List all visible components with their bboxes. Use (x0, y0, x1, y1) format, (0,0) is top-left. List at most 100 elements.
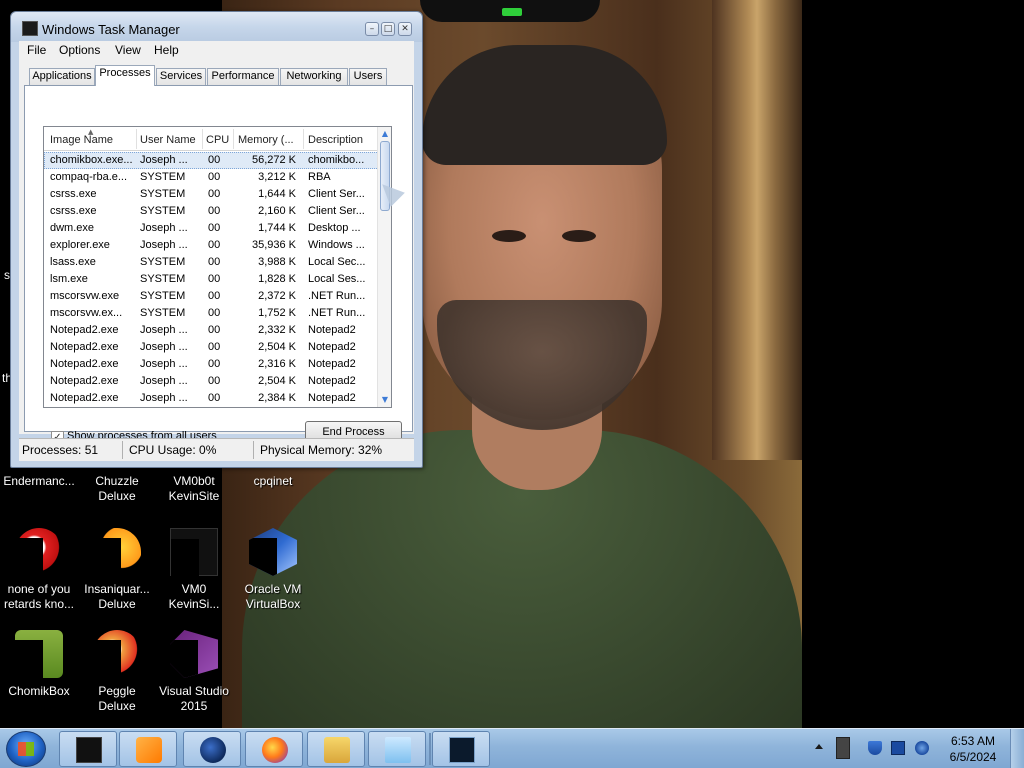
process-memory: 2,316 K (258, 358, 296, 370)
taskbar-item-media-player[interactable] (119, 731, 177, 767)
desktop-gadget[interactable] (420, 0, 600, 22)
process-description: Notepad2 (308, 392, 356, 404)
minimize-button[interactable]: – (365, 22, 379, 36)
desktop-icon-vm0b0t[interactable]: VM0b0t KevinSite (155, 474, 233, 504)
process-list-scrollbar[interactable]: ▲ ▼ (377, 127, 391, 407)
clock-date[interactable]: 6/5/2024 (940, 750, 1006, 764)
desktop-icon-endermanc[interactable]: Endermanc... (0, 474, 78, 489)
process-row[interactable]: csrss.exe SYSTEM 00 1,644 K Client Ser... (44, 186, 379, 203)
process-user-name: SYSTEM (140, 171, 186, 183)
process-cpu: 00 (208, 188, 221, 200)
desktop-icon-vm0[interactable]: VM0 KevinSi... (155, 528, 233, 612)
tray-app-icon[interactable] (836, 737, 850, 759)
process-row[interactable]: Notepad2.exe Joseph ... 00 2,504 K Notepad2 (44, 339, 379, 356)
scroll-up-icon[interactable]: ▲ (378, 127, 391, 141)
visual-studio-icon (170, 630, 218, 678)
tab-applications[interactable]: Applications (29, 68, 95, 85)
desktop-icon-cpqinet[interactable]: cpqinet (234, 474, 312, 489)
process-row[interactable]: explorer.exe Joseph ... 00 35,936 K Windows … (44, 237, 379, 254)
taskbar-item-task-manager[interactable] (432, 731, 490, 767)
column-user-name[interactable]: User Name (140, 134, 202, 146)
tab-performance[interactable]: Performance (207, 68, 279, 85)
shield-icon[interactable] (868, 741, 882, 755)
process-user-name: Joseph ... (140, 222, 188, 234)
process-row[interactable]: mscorsvw.exe SYSTEM 00 2,372 K .NET Run... (44, 288, 379, 305)
process-description: Notepad2 (308, 341, 356, 353)
menu-view[interactable]: View (115, 43, 141, 57)
process-row[interactable]: Notepad2.exe Joseph ... 00 2,316 K Notepad2 (44, 356, 379, 373)
volume-icon[interactable] (915, 741, 929, 755)
tab-processes[interactable]: Processes (95, 65, 155, 86)
column-memory[interactable]: Memory (... (238, 134, 302, 146)
column-divider[interactable] (202, 129, 203, 149)
process-row[interactable]: compaq-rba.e... SYSTEM 00 3,212 K RBA (44, 169, 379, 186)
taskbar-item-notepad[interactable] (368, 731, 426, 767)
desktop-icon-visual-studio[interactable]: Visual Studio 2015 (155, 630, 233, 714)
column-cpu[interactable]: CPU (206, 134, 232, 146)
process-image-name: mscorsvw.ex... (50, 307, 123, 319)
process-image-name: chomikbox.exe... (50, 154, 133, 166)
clock-time[interactable]: 6:53 AM (940, 734, 1006, 748)
process-image-name: Notepad2.exe (50, 341, 119, 353)
taskbar-item-task-manager-monitor[interactable] (59, 731, 117, 767)
tab-networking[interactable]: Networking (280, 68, 348, 85)
desktop-icon-label: Peggle Deluxe (98, 684, 136, 713)
desktop-icon-label: Chuzzle Deluxe (95, 474, 139, 503)
tab-services[interactable]: Services (156, 68, 206, 85)
process-list[interactable]: ▲ Image Name User Name CPU Memory (... D… (43, 126, 392, 408)
task-manager-app-icon (22, 21, 38, 36)
desktop-icon-oracle-virtualbox[interactable]: Oracle VM VirtualBox (234, 528, 312, 612)
desktop-icon-peggle[interactable]: Peggle Deluxe (78, 630, 156, 714)
process-row[interactable]: lsass.exe SYSTEM 00 3,988 K Local Sec... (44, 254, 379, 271)
taskbar-item-globe-browser[interactable] (183, 731, 241, 767)
status-divider (253, 441, 254, 459)
column-divider[interactable] (233, 129, 234, 149)
process-row[interactable]: dwm.exe Joseph ... 00 1,744 K Desktop ... (44, 220, 379, 237)
process-row[interactable]: chomikbox.exe... Joseph ... 00 56,272 K chom… (44, 152, 379, 169)
desktop-icon-insaniquarium[interactable]: Insaniquar... Deluxe (78, 528, 156, 612)
scroll-down-icon[interactable]: ▼ (378, 393, 391, 407)
desktop-icon-none-of-you[interactable]: none of you retards kno... (0, 528, 78, 612)
menu-options[interactable]: Options (59, 43, 100, 57)
process-description: Notepad2 (308, 375, 356, 387)
process-row[interactable]: Notepad2.exe Joseph ... 00 2,384 K Notepad2 (44, 390, 379, 407)
process-user-name: Joseph ... (140, 154, 188, 166)
process-row[interactable]: mscorsvw.ex... SYSTEM 00 1,752 K .NET Run... (44, 305, 379, 322)
process-description: Client Ser... (308, 188, 365, 200)
desktop-icon-chuzzle[interactable]: Chuzzle Deluxe (78, 474, 156, 504)
start-button[interactable] (6, 731, 46, 767)
process-image-name: Notepad2.exe (50, 392, 119, 404)
process-row[interactable]: csrss.exe SYSTEM 00 2,160 K Client Ser... (44, 203, 379, 220)
tray-expand-icon[interactable] (815, 744, 823, 749)
process-row[interactable]: Notepad2.exe Joseph ... 00 2,332 K Notepad2 (44, 322, 379, 339)
column-divider[interactable] (303, 129, 304, 149)
process-user-name: Joseph ... (140, 392, 188, 404)
process-memory: 3,988 K (258, 256, 296, 268)
process-row[interactable]: lsm.exe SYSTEM 00 1,828 K Local Ses... (44, 271, 379, 288)
close-button[interactable]: ✕ (398, 22, 412, 36)
tab-users[interactable]: Users (349, 68, 387, 85)
menu-file[interactable]: File (27, 43, 46, 57)
menu-help[interactable]: Help (154, 43, 179, 57)
column-description[interactable]: Description (308, 134, 376, 146)
process-image-name: csrss.exe (50, 188, 97, 200)
menu-bar: File Options View Help (19, 41, 414, 60)
column-image-name[interactable]: Image Name (50, 134, 134, 146)
notepad-icon (385, 737, 411, 763)
network-icon[interactable] (891, 741, 905, 755)
taskbar-item-firefox[interactable] (245, 731, 303, 767)
process-description: Local Ses... (308, 273, 366, 285)
file-icon (170, 528, 218, 577)
show-desktop-button[interactable] (1010, 729, 1024, 768)
desktop-icon-chomikbox[interactable]: ChomikBox (0, 630, 78, 699)
process-user-name: Joseph ... (140, 324, 188, 336)
process-rows: chomikbox.exe... Joseph ... 00 56,272 K chom… (44, 152, 379, 407)
process-row[interactable]: Notepad2.exe Joseph ... 00 2,504 K Notepad2 (44, 373, 379, 390)
wallpaper-frame (712, 0, 802, 460)
maximize-button[interactable]: □ (381, 22, 395, 36)
window-titlebar[interactable]: Windows Task Manager – □ ✕ (11, 12, 422, 42)
process-user-name: Joseph ... (140, 341, 188, 353)
column-divider[interactable] (136, 129, 137, 149)
taskbar-item-file-explorer[interactable] (307, 731, 365, 767)
desktop-icon-label: none of you retards kno... (3, 582, 75, 611)
